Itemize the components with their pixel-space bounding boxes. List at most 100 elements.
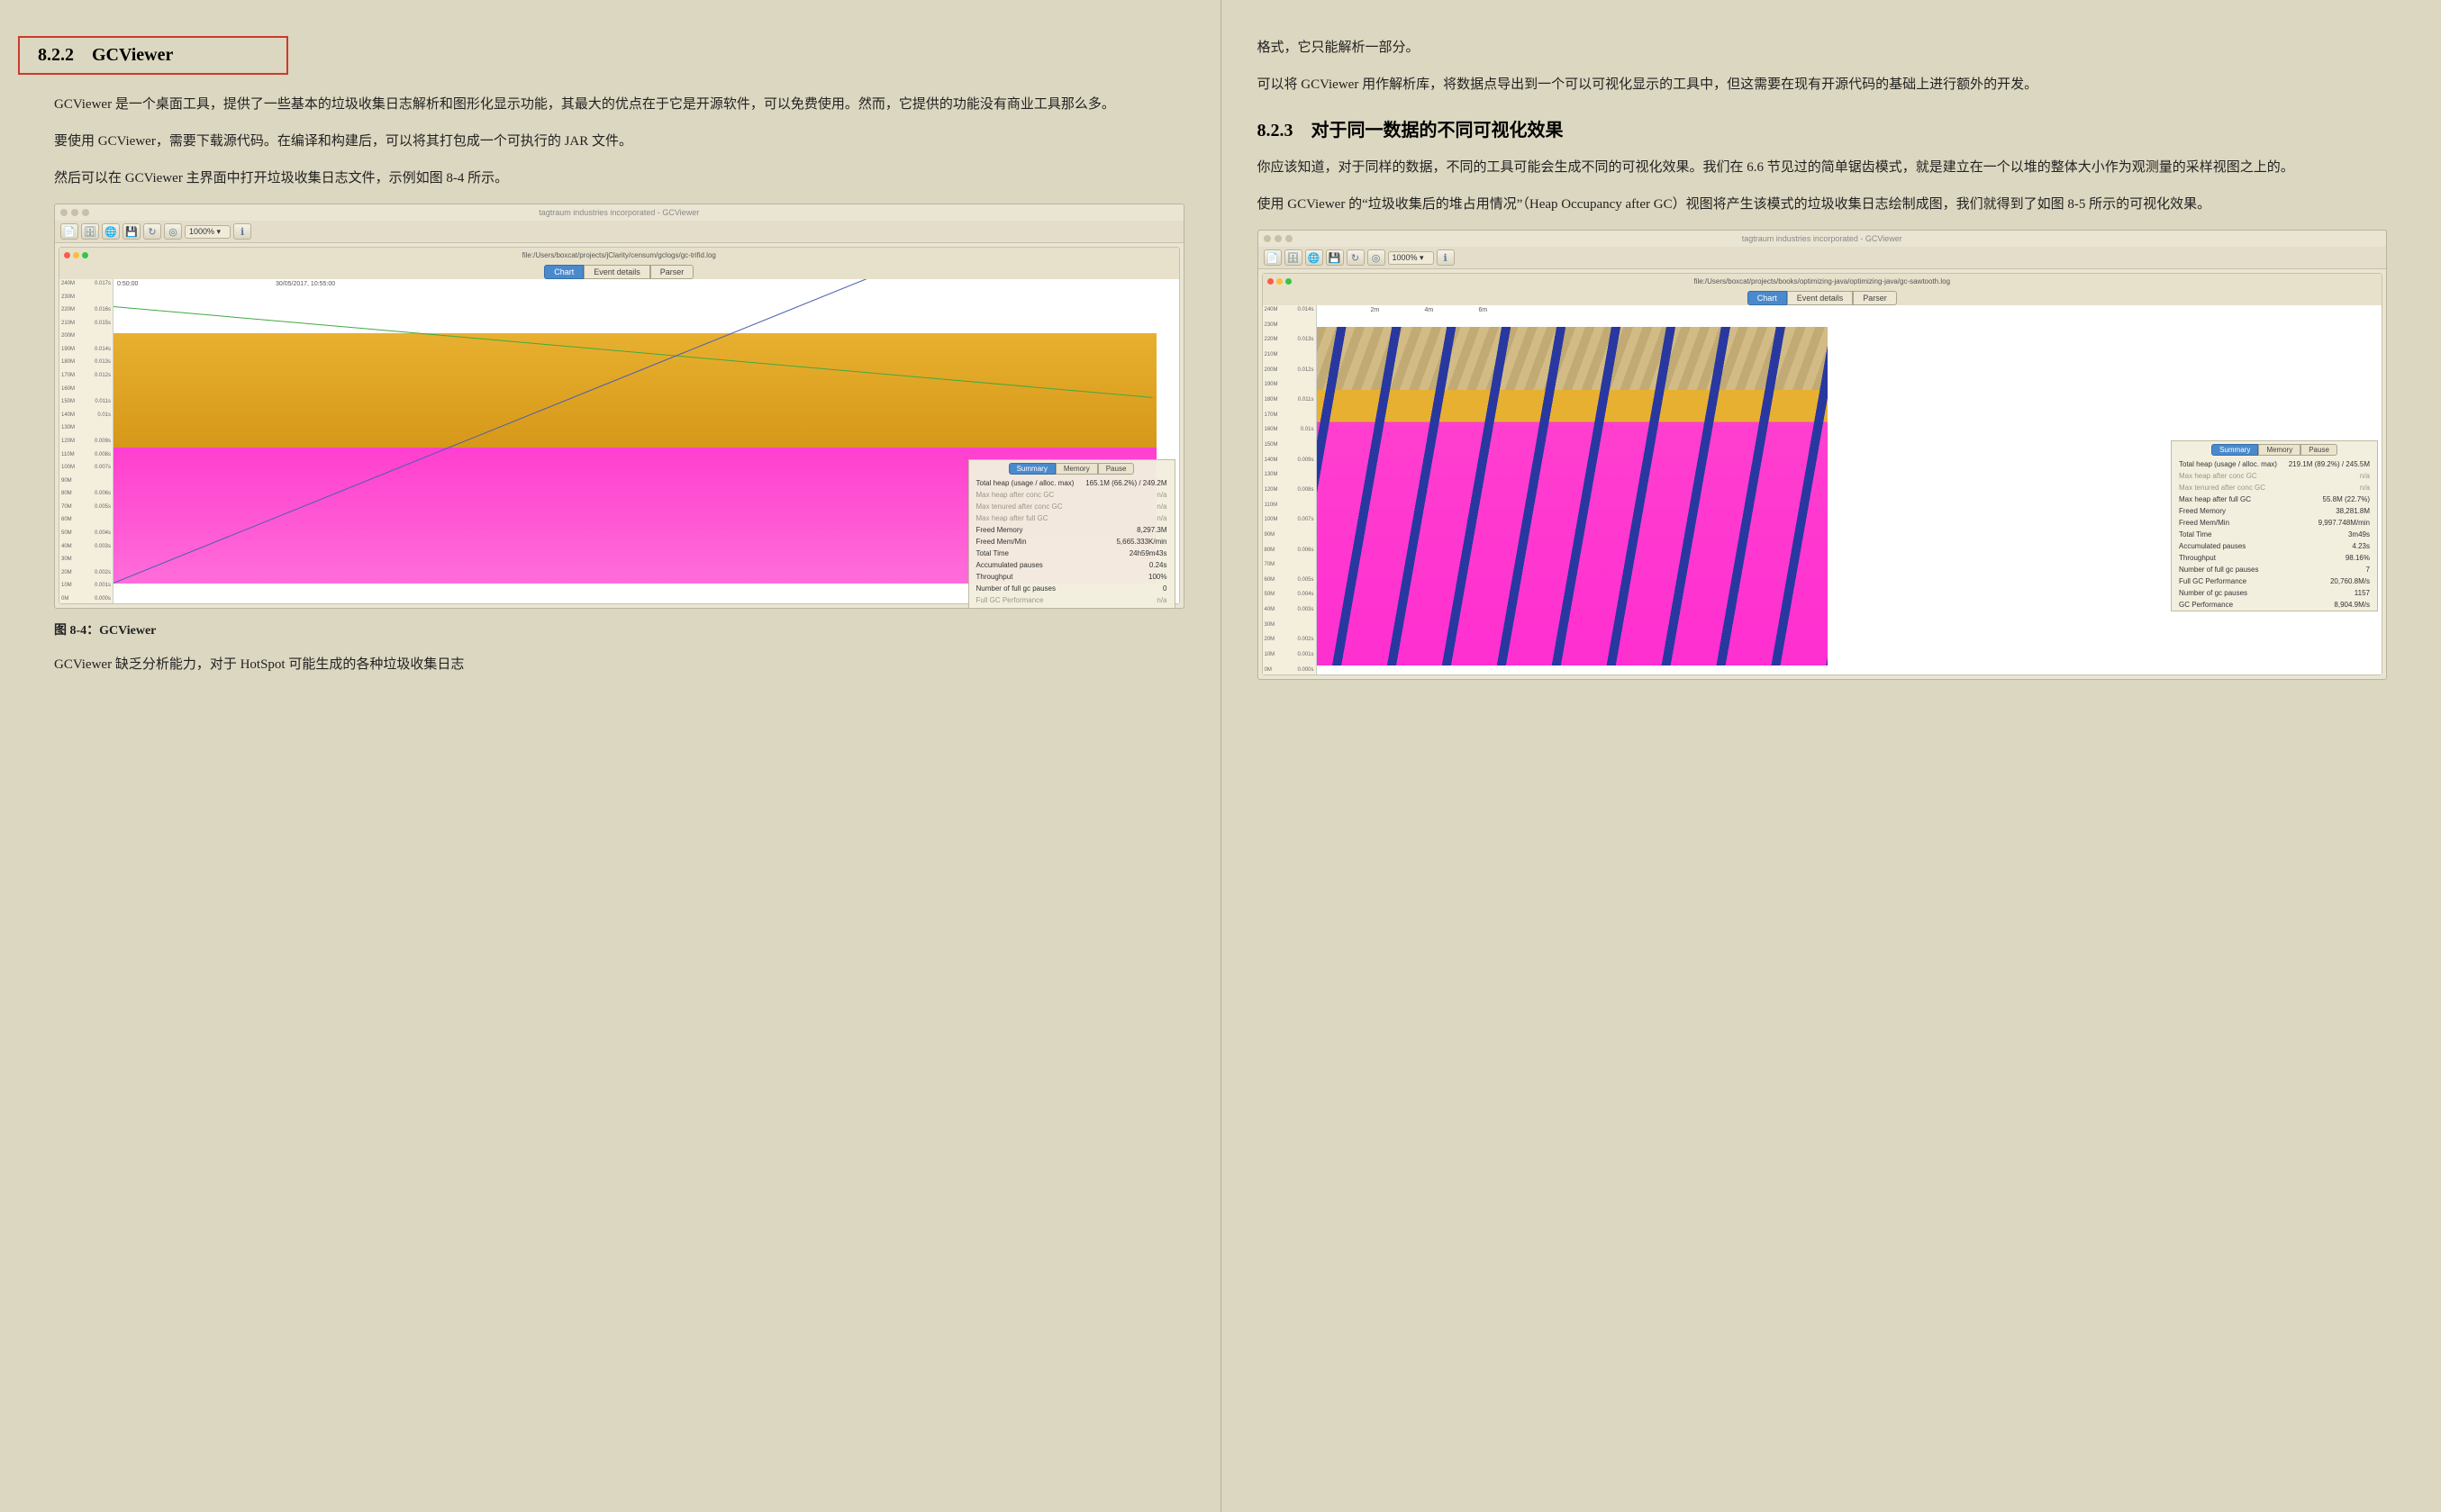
stat-row: GC Performance8,904.9M/s	[2172, 599, 2377, 611]
y-tick: 60M0.005s	[1265, 577, 1314, 583]
zoom-icon[interactable]	[82, 209, 89, 216]
y-tick: 50M0.004s	[1265, 592, 1314, 597]
zoom-select[interactable]: 1000% ▾	[1388, 251, 1434, 265]
window-controls[interactable]	[1264, 235, 1293, 242]
left-column: 8.2.2 GCViewer GCViewer 是一个桌面工具，提供了一些基本的…	[54, 36, 1184, 1476]
zoom-icon[interactable]	[1285, 278, 1292, 285]
y-tick: 200M0.012s	[1265, 367, 1314, 373]
stat-row: Max heap after conc GCn/a	[2172, 470, 2377, 482]
time-end: 30/05/2017, 10:55:00	[276, 281, 335, 287]
window-title: tagtraum industries incorporated - GCVie…	[539, 208, 699, 217]
watch-icon[interactable]: ◎	[1367, 249, 1385, 266]
open-file-icon[interactable]: 📄	[1264, 249, 1282, 266]
open-url-icon[interactable]: 🗄	[1284, 249, 1302, 266]
y-tick: 210M	[1265, 352, 1314, 358]
inner-window-controls[interactable]	[1267, 278, 1292, 285]
y-axis: 240M0.014s230M220M0.013s210M200M0.012s19…	[1263, 305, 1317, 675]
stat-row: Accumulated pauses4.23s	[2172, 540, 2377, 552]
y-tick: 150M	[1265, 442, 1314, 448]
chart-body: 240M0.017s230M220M0.016s210M0.015s200M19…	[59, 279, 1179, 603]
close-icon[interactable]	[1267, 278, 1274, 285]
zoom-icon[interactable]	[1285, 235, 1293, 242]
window-title: tagtraum industries incorporated - GCVie…	[1742, 234, 1902, 243]
zoom-select[interactable]: 1000% ▾	[185, 225, 231, 239]
close-icon[interactable]	[1264, 235, 1271, 242]
tab-memory[interactable]: Memory	[1056, 463, 1098, 475]
file-path: file:/Users/boxcat/projects/jClarity/cen…	[522, 251, 716, 259]
minimize-icon[interactable]	[1276, 278, 1283, 285]
save-icon[interactable]: 💾	[1326, 249, 1344, 266]
tab-pause[interactable]: Pause	[2300, 444, 2337, 456]
tab-event-details[interactable]: Event details	[1787, 291, 1854, 305]
tab-parser[interactable]: Parser	[650, 265, 694, 279]
tab-memory[interactable]: Memory	[2258, 444, 2300, 456]
y-tick: 240M0.017s	[61, 281, 111, 286]
heading-title: GCViewer	[92, 45, 173, 65]
y-tick: 170M	[1265, 412, 1314, 418]
y-tick: 80M0.006s	[1265, 548, 1314, 553]
document-window: file:/Users/boxcat/projects/books/optimi…	[1262, 273, 2383, 675]
heading-8-2-2: 8.2.2 GCViewer	[18, 36, 288, 75]
y-axis: 240M0.017s230M220M0.016s210M0.015s200M19…	[59, 279, 113, 603]
stat-row: Max tenured after conc GCn/a	[969, 501, 1175, 512]
info-icon[interactable]: ℹ	[233, 223, 251, 240]
tab-parser[interactable]: Parser	[1853, 291, 1897, 305]
save-icon[interactable]: 💾	[123, 223, 141, 240]
close-icon[interactable]	[64, 252, 70, 258]
file-path: file:/Users/boxcat/projects/books/optimi…	[1693, 277, 1950, 285]
minimize-icon[interactable]	[71, 209, 78, 216]
y-tick: 190M0.014s	[61, 347, 111, 352]
tab-summary[interactable]: Summary	[1009, 463, 1056, 475]
heading-num: 8.2.3	[1257, 121, 1293, 140]
minimize-icon[interactable]	[73, 252, 79, 258]
watch-icon[interactable]: ◎	[164, 223, 182, 240]
tab-chart[interactable]: Chart	[544, 265, 584, 279]
info-icon[interactable]: ℹ	[1437, 249, 1455, 266]
paragraph: GCViewer 是一个桌面工具，提供了一些基本的垃圾收集日志解析和图形化显示功…	[54, 93, 1184, 117]
minimize-icon[interactable]	[1275, 235, 1282, 242]
y-tick: 220M0.013s	[1265, 337, 1314, 342]
stat-row: Full GC Performancen/a	[969, 594, 1175, 606]
time-start: 0:50:00	[117, 281, 138, 287]
heading-num: 8.2.2	[38, 45, 74, 65]
chart-plot[interactable]: 240M0.017s230M220M0.016s210M0.015s200M19…	[59, 279, 1179, 603]
refresh-icon[interactable]: ↻	[143, 223, 161, 240]
tab-summary[interactable]: Summary	[2211, 444, 2258, 456]
x-tick: 4m	[1425, 307, 1434, 313]
y-tick: 240M0.014s	[1265, 307, 1314, 312]
heap-usage-area	[113, 333, 1157, 448]
export-icon[interactable]: 🌐	[1305, 249, 1323, 266]
y-tick: 230M	[1265, 322, 1314, 328]
stat-row: Max heap after full GCn/a	[969, 512, 1175, 524]
right-column: 格式，它只能解析一部分。 可以将 GCViewer 用作解析库，将数据点导出到一…	[1257, 36, 2388, 1476]
tab-pause[interactable]: Pause	[1098, 463, 1135, 475]
stat-row: Freed Memory8,297.3M	[969, 524, 1175, 536]
y-tick: 160M0.01s	[1265, 427, 1314, 432]
stat-row: Number of full gc pauses0	[969, 583, 1175, 594]
window-controls[interactable]	[60, 209, 89, 216]
y-tick: 200M	[61, 333, 111, 339]
x-tick: 6m	[1479, 307, 1488, 313]
y-tick: 210M0.015s	[61, 321, 111, 326]
export-icon[interactable]: 🌐	[102, 223, 120, 240]
y-tick: 180M0.013s	[61, 359, 111, 365]
tab-chart[interactable]: Chart	[1747, 291, 1787, 305]
open-url-icon[interactable]: 🗄	[81, 223, 99, 240]
y-tick: 180M0.011s	[1265, 397, 1314, 403]
open-file-icon[interactable]: 📄	[60, 223, 78, 240]
paragraph: 然后可以在 GCViewer 主界面中打开垃圾收集日志文件，示例如图 8-4 所…	[54, 167, 1184, 191]
tab-event-details[interactable]: Event details	[584, 265, 650, 279]
column-divider	[1220, 0, 1221, 1512]
y-tick: 20M0.002s	[61, 570, 111, 575]
y-tick: 30M	[61, 557, 111, 562]
stat-row: Throughput100%	[969, 571, 1175, 583]
chart-plot[interactable]: 240M0.014s230M220M0.013s210M200M0.012s19…	[1263, 305, 2382, 675]
zoom-icon[interactable]	[82, 252, 88, 258]
view-tabs: Chart Event details Parser	[1263, 288, 2382, 305]
stat-row: Max heap after full GC55.8M (22.7%)	[2172, 493, 2377, 505]
inner-window-controls[interactable]	[64, 252, 88, 258]
close-icon[interactable]	[60, 209, 68, 216]
paragraph: 要使用 GCViewer，需要下载源代码。在编译和构建后，可以将其打包成一个可执…	[54, 130, 1184, 154]
stat-row: Throughput98.16%	[2172, 552, 2377, 564]
refresh-icon[interactable]: ↻	[1347, 249, 1365, 266]
